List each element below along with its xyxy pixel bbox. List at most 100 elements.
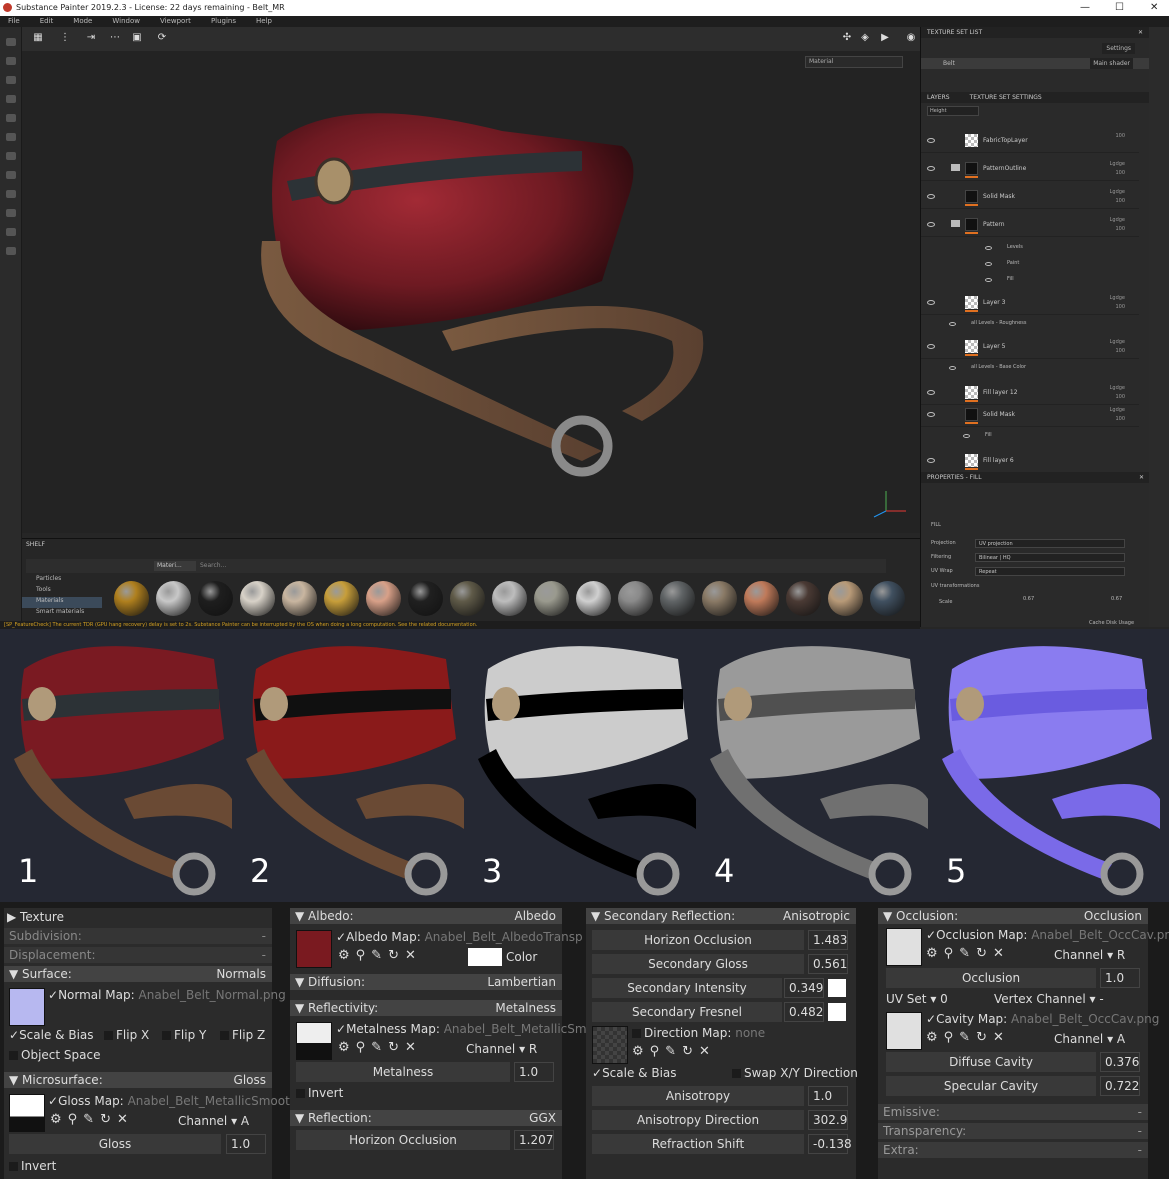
occlusion-header[interactable]: ▼ Occlusion: Occlusion [878, 908, 1148, 924]
layer-opacity[interactable]: 100 [1115, 394, 1125, 400]
visibility-eye-icon[interactable] [927, 390, 935, 395]
visibility-eye-icon[interactable] [927, 344, 935, 349]
occlusion-slider[interactable]: Occlusion [886, 968, 1096, 988]
material-thumbnail[interactable] [114, 581, 149, 616]
panel-close-icon[interactable]: ✕ [1138, 27, 1143, 38]
albedo-map-tools[interactable]: ⚙⚲✎↻✕ [338, 948, 422, 963]
flip-y-checkbox[interactable]: Flip Y [162, 1028, 206, 1042]
metalness-slider[interactable]: Metalness [296, 1062, 510, 1082]
visibility-eye-icon[interactable] [985, 246, 992, 250]
uv-set-dropdown[interactable]: UV Set ▾ 0 [886, 992, 948, 1006]
material-thumbnail[interactable] [408, 581, 443, 616]
bake-icon[interactable] [5, 209, 16, 217]
cavity-map-tools[interactable]: ⚙⚲✎↻✕ [926, 1030, 1010, 1045]
material-thumbnail[interactable] [618, 581, 653, 616]
effect-row[interactable]: all Levels - Base Color [921, 363, 1139, 374]
visibility-eye-icon[interactable] [927, 166, 935, 171]
category-tools[interactable]: Tools [22, 586, 102, 597]
secondary-reflection-header[interactable]: ▼ Secondary Reflection: Anisotropic [586, 908, 856, 924]
layer-row[interactable]: Layer 5 Lgdge 100 [921, 337, 1139, 359]
secondary-fresnel-value[interactable]: 0.482 [784, 1002, 824, 1022]
material-thumbnail[interactable] [492, 581, 527, 616]
geometry-tool-icon[interactable] [5, 95, 16, 103]
layer-blend-mode[interactable]: Lgdge [1110, 217, 1125, 223]
metalness-channel-dropdown[interactable]: Channel ▾ R [466, 1042, 537, 1056]
fill-tool-icon[interactable] [5, 171, 16, 179]
flip-x-checkbox[interactable]: Flip X [104, 1028, 149, 1042]
visibility-eye-icon[interactable] [927, 458, 935, 463]
tab-texture-set-settings[interactable]: TEXTURE SET SETTINGS [970, 94, 1042, 101]
settings-dropdown[interactable]: Settings [1102, 43, 1135, 54]
metalness-map-thumbnail[interactable] [296, 1022, 332, 1060]
material-thumbnail[interactable] [450, 581, 485, 616]
anisotropy-value[interactable]: 1.0 [808, 1086, 848, 1106]
paint-tool-icon[interactable] [5, 38, 16, 46]
smudge-tool-icon[interactable] [5, 114, 16, 122]
gloss-map-tools[interactable]: ⚙⚲✎↻✕ [50, 1112, 134, 1127]
settings-icon[interactable]: ⋯ [108, 31, 122, 45]
microsurface-header[interactable]: ▼ Microsurface: Gloss [4, 1072, 272, 1088]
layer-blend-mode[interactable]: 100 [1115, 133, 1125, 139]
secondary-intensity-value[interactable]: 0.349 [784, 978, 824, 998]
material-thumbnail[interactable] [282, 581, 317, 616]
refraction-shift-slider[interactable]: Refraction Shift [592, 1134, 804, 1154]
category-particles[interactable]: Particles [22, 575, 102, 586]
menu-edit[interactable]: Edit [40, 16, 54, 27]
3d-viewport[interactable]: Material [22, 51, 920, 533]
effect-row[interactable]: Paint [921, 259, 1139, 270]
secondary-gloss-value[interactable]: 0.561 [808, 954, 848, 974]
info-icon[interactable]: ▣ [130, 31, 144, 45]
direction-map-tools[interactable]: ⚙⚲✎↻✕ [632, 1044, 716, 1059]
anisotropy-slider[interactable]: Anisotropy [592, 1086, 804, 1106]
direction-map-thumbnail[interactable] [592, 1026, 628, 1064]
material-thumbnail[interactable] [534, 581, 569, 616]
material-thumbnail[interactable] [660, 581, 695, 616]
effect-row[interactable]: Levels [921, 243, 1139, 254]
picker-tool-icon[interactable] [5, 152, 16, 160]
layer-row[interactable]: FabricTopLayer 100 [921, 131, 1139, 153]
layer-blend-mode[interactable]: Lgdge [1110, 161, 1125, 167]
albedo-header[interactable]: ▼ Albedo: Albedo [290, 908, 562, 924]
diffuse-cavity-value[interactable]: 0.376 [1100, 1052, 1140, 1072]
shelf-tab-materials[interactable]: Materi... [154, 561, 196, 571]
tab-layers[interactable]: LAYERS [927, 94, 950, 101]
layer-opacity[interactable]: 100 [1115, 348, 1125, 354]
secondary-intensity-color[interactable] [828, 979, 846, 997]
polygon-tool-icon[interactable] [5, 190, 16, 198]
object-space-checkbox[interactable]: Object Space [9, 1048, 100, 1062]
material-thumbnail[interactable] [198, 581, 233, 616]
layer-row[interactable]: Solid Mask Lgdge 100 [921, 405, 1139, 427]
specular-cavity-value[interactable]: 0.722 [1100, 1076, 1140, 1096]
uvwrap-dropdown[interactable]: Repeat [975, 567, 1125, 576]
filtering-dropdown[interactable]: Bilinear | HQ [975, 553, 1125, 562]
occlusion-channel-dropdown[interactable]: Channel ▾ R [1054, 948, 1125, 962]
albedo-map-thumbnail[interactable] [296, 930, 332, 968]
clone-tool-icon[interactable] [5, 133, 16, 141]
cavity-map-thumbnail[interactable] [886, 1012, 922, 1050]
material-thumbnail[interactable] [240, 581, 275, 616]
sec-scale-bias-checkbox[interactable]: ✓Scale & Bias [592, 1066, 677, 1080]
layer-blend-mode[interactable]: Lgdge [1110, 189, 1125, 195]
layer-row[interactable]: Fill layer 6 [921, 451, 1139, 471]
secondary-fresnel-color[interactable] [828, 1003, 846, 1021]
reflectivity-header[interactable]: ▼ Reflectivity: Metalness [290, 1000, 562, 1016]
close-button[interactable]: ✕ [1150, 0, 1158, 16]
uv-transformations-header[interactable]: UV transformations [931, 583, 979, 589]
gloss-value[interactable]: 1.0 [226, 1134, 266, 1154]
horizon-occlusion-slider[interactable]: Horizon Occlusion [296, 1130, 510, 1150]
secondary-gloss-slider[interactable]: Secondary Gloss [592, 954, 804, 974]
layer-opacity[interactable]: 100 [1115, 304, 1125, 310]
menu-plugins[interactable]: Plugins [211, 16, 236, 27]
layer-row[interactable]: Layer 3 Lgdge 100 [921, 293, 1139, 315]
effect-row[interactable]: Fill [921, 431, 1139, 442]
anisotropy-direction-value[interactable]: 302.9 [808, 1110, 848, 1130]
menu-viewport[interactable]: Viewport [160, 16, 191, 27]
diffuse-cavity-slider[interactable]: Diffuse Cavity [886, 1052, 1096, 1072]
gloss-channel-dropdown[interactable]: Channel ▾ A [178, 1114, 249, 1128]
camera-axis-icon[interactable]: ✣ [840, 31, 854, 45]
material-thumbnail[interactable] [156, 581, 191, 616]
material-thumbnail[interactable] [828, 581, 863, 616]
refresh-icon[interactable]: ⟳ [155, 31, 169, 45]
material-thumbnail[interactable] [702, 581, 737, 616]
subdivision-row[interactable]: Subdivision: - [4, 928, 272, 944]
